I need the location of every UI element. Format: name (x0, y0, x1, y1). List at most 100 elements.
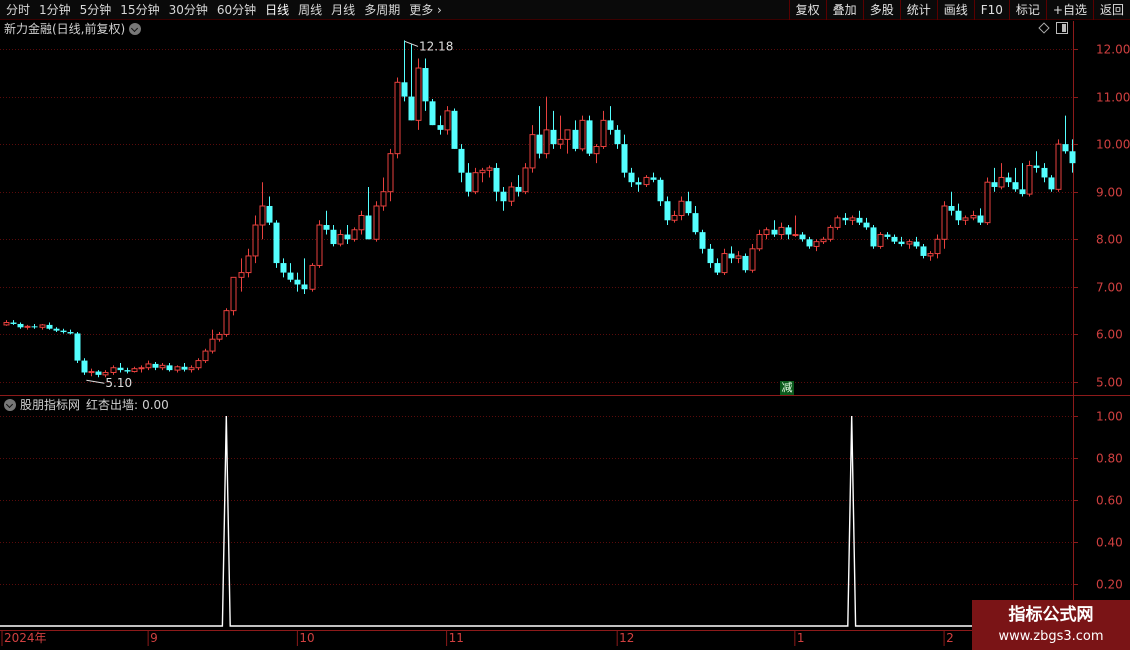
candle-body (678, 200, 685, 217)
max-annotation: 12.18 (419, 39, 453, 53)
candle-body (1019, 189, 1026, 195)
candle-body (650, 177, 657, 180)
candle-body (266, 205, 273, 223)
candle-body (344, 234, 351, 240)
candle-body (1005, 177, 1012, 183)
candle-body (394, 81, 401, 155)
candle-body (102, 371, 109, 376)
y-tick-label: 11.00 (1096, 91, 1130, 105)
y-tick-label: 6.00 (1096, 328, 1123, 342)
candle-body (870, 227, 877, 247)
candle-body (230, 276, 237, 312)
candle-body (294, 279, 301, 285)
y-tick-label: 8.00 (1096, 233, 1123, 247)
candle-body (138, 367, 145, 370)
y-tick-label: 1.00 (1096, 410, 1123, 424)
candle-body (998, 176, 1005, 188)
candle-body (820, 238, 827, 243)
candle-body (643, 176, 650, 186)
candle-body (927, 253, 934, 257)
candle-body (607, 120, 614, 130)
candle-body (763, 229, 770, 236)
y-tick-label: 10.00 (1096, 138, 1130, 152)
x-tick-label: 11 (449, 631, 464, 645)
candle-body (365, 215, 372, 240)
candle-body (245, 255, 252, 274)
candle-body (898, 241, 905, 245)
candle-body (756, 234, 763, 250)
candle-body (920, 246, 927, 256)
x-tick-label: 12 (619, 631, 634, 645)
candle-body (1033, 165, 1040, 168)
candle-body (792, 234, 799, 237)
candle-body (117, 367, 124, 371)
candle-body (252, 224, 259, 257)
y-tick-label: 0.60 (1096, 494, 1123, 508)
candle-body (309, 264, 316, 290)
candle-body (408, 96, 415, 121)
signal-marker: 减 (780, 381, 794, 395)
candle-body (991, 182, 998, 187)
candle-body (3, 322, 10, 326)
candle-body (330, 229, 337, 245)
candle-body (671, 215, 678, 221)
candle-body (166, 365, 173, 371)
candle-body (259, 205, 266, 226)
candle-body (287, 272, 294, 280)
candle-body (110, 367, 117, 373)
candle-body (53, 328, 60, 331)
x-tick-label: 9 (150, 631, 158, 645)
candle-body (806, 239, 813, 247)
candle-body (984, 181, 991, 224)
candle-body (721, 253, 728, 274)
candle-body (1026, 165, 1033, 195)
candle-body (493, 167, 500, 192)
candle-body (74, 333, 81, 361)
candle-body (543, 129, 550, 155)
candle-body (515, 186, 522, 192)
indicator-line (0, 415, 1073, 627)
candle-body (827, 226, 834, 240)
candle-body (635, 182, 642, 185)
candle-body (323, 225, 330, 230)
candle-body (749, 248, 756, 271)
candle-body (536, 134, 543, 154)
candle-body (479, 169, 486, 174)
y-tick-label: 0.20 (1096, 578, 1123, 592)
candle-body (458, 148, 465, 173)
candle-body (572, 129, 579, 149)
candle-body (202, 350, 209, 362)
candle-body (238, 272, 245, 278)
candle-body (970, 215, 977, 219)
candle-body (593, 146, 600, 155)
candle-body (955, 210, 962, 221)
candle-body (81, 360, 88, 373)
min-pointer (86, 379, 105, 384)
candle-body (941, 205, 948, 240)
candle-body (628, 172, 635, 183)
candle-body (856, 217, 863, 223)
candle-body (735, 255, 742, 259)
candle-body (337, 234, 344, 245)
candle-body (785, 227, 792, 235)
candle-body (685, 201, 692, 214)
candle-body (813, 241, 820, 247)
candle-body (699, 232, 706, 249)
watermark-line1: 指标公式网 (1008, 605, 1094, 625)
candle-body (863, 222, 870, 228)
watermark: 指标公式网 www.zbgs3.com (972, 600, 1130, 650)
candle-body (906, 241, 913, 245)
candle-body (387, 153, 394, 193)
candle-body (884, 234, 891, 237)
candle-body (301, 284, 308, 290)
candle-body (216, 333, 223, 340)
candle-body (657, 179, 664, 202)
candle-body (778, 226, 785, 236)
candle-body (17, 323, 24, 328)
candle-body (280, 263, 287, 273)
candle-body (351, 229, 358, 240)
candle-body (195, 360, 202, 369)
candle-body (586, 120, 593, 154)
candle-body (380, 191, 387, 207)
candle-body (948, 205, 955, 211)
